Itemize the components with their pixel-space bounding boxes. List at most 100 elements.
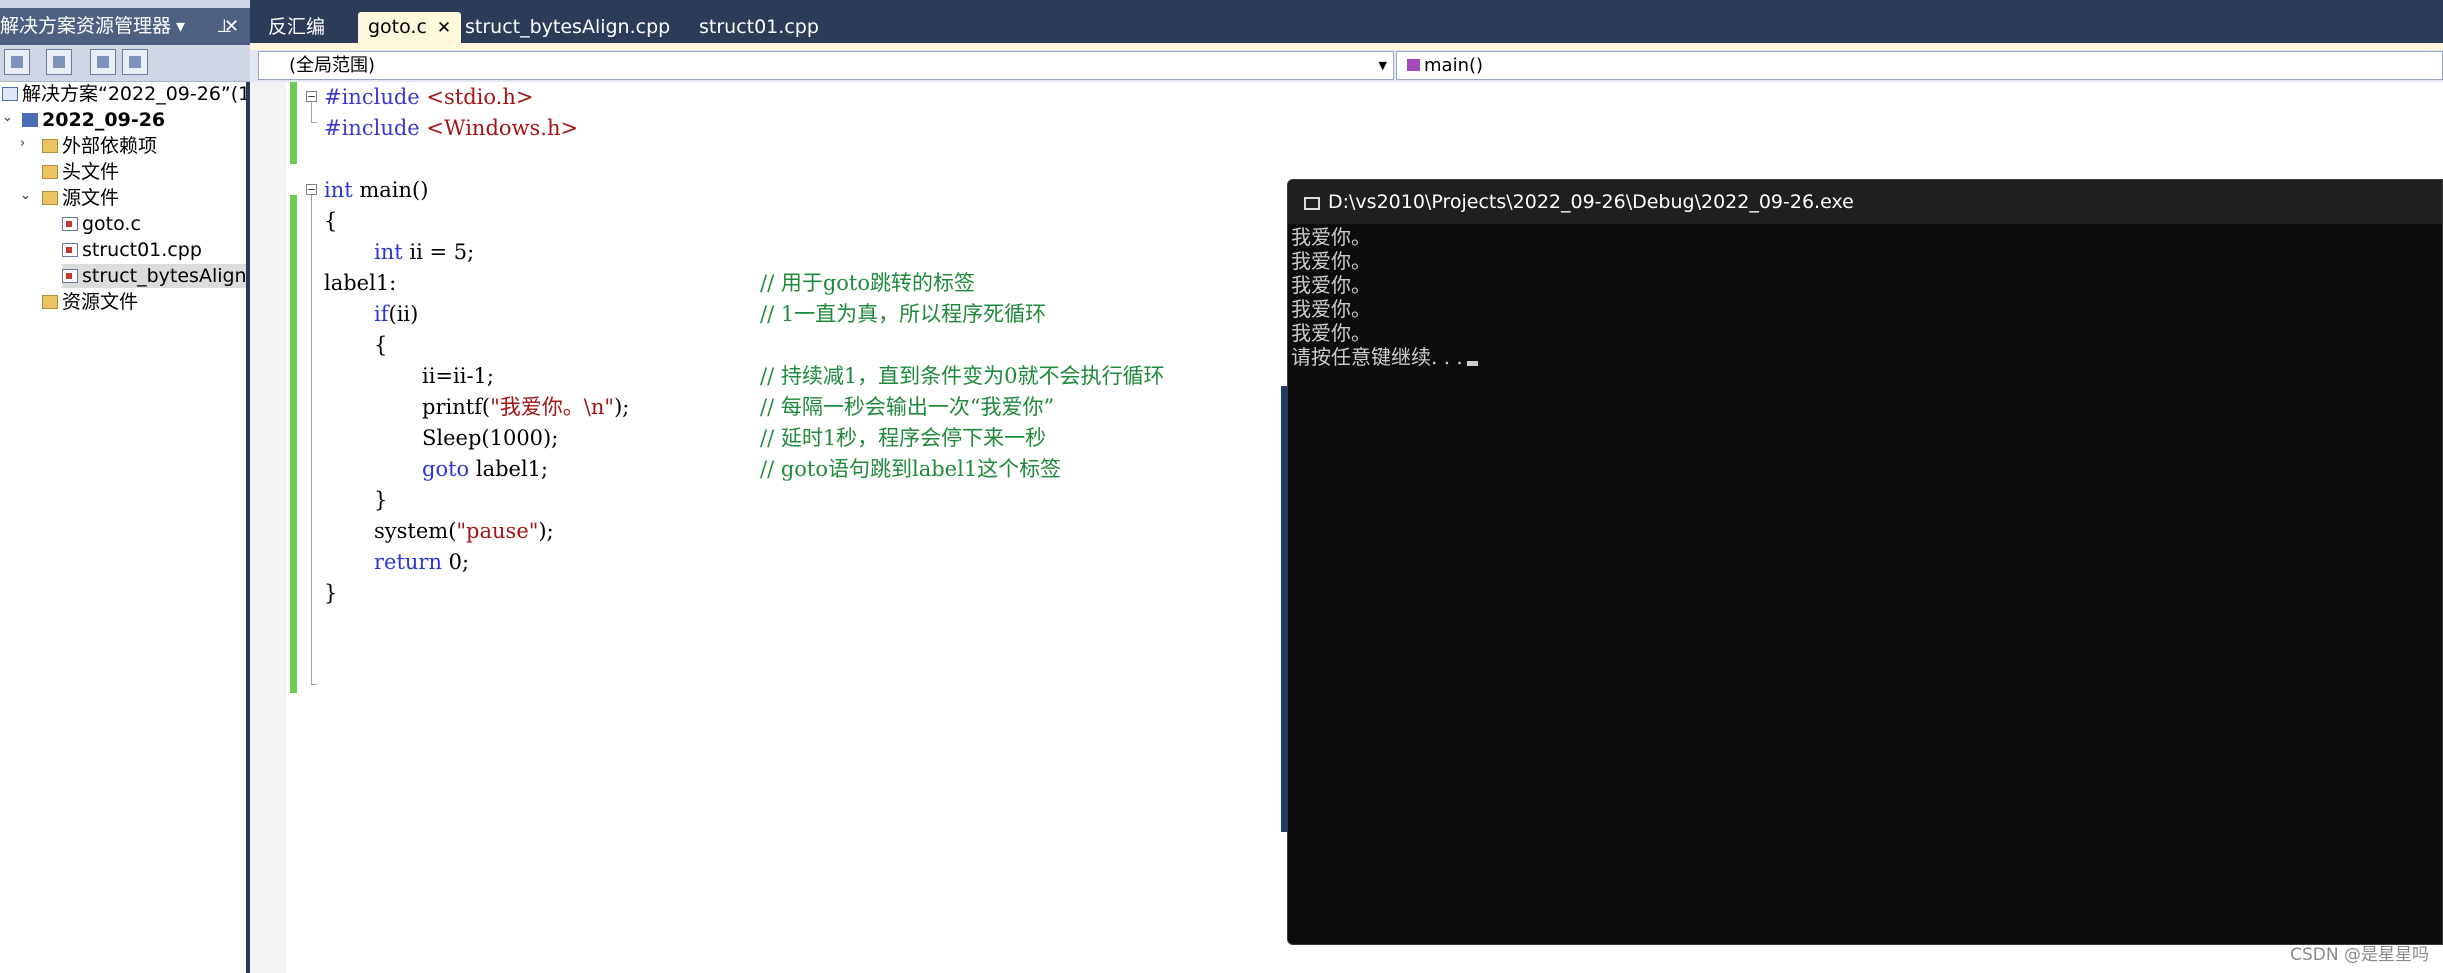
tab-struct-bytesalign[interactable]: struct_bytesAlign.cpp (455, 12, 680, 43)
tree-solution-node[interactable]: 解决方案“2022_09-26”(1 个 (2, 82, 246, 106)
tree-sources-node[interactable]: 源文件 (42, 186, 119, 210)
code-line: #include <stdio.h> (324, 85, 534, 109)
console-app-icon (1304, 197, 1320, 210)
code-comment: // 1一直为真，所以程序死循环 (760, 302, 1047, 326)
tree-file-label: struct_bytesAlign.c (82, 265, 246, 287)
cpp-file-icon (62, 243, 78, 257)
folder-icon (42, 295, 58, 309)
tab-label: goto.c (368, 16, 427, 38)
console-window[interactable]: D:\vs2010\Projects\2022_09-26\Debug\2022… (1287, 179, 2443, 945)
expand-arrow-icon[interactable]: › (20, 136, 25, 151)
code-comment: // 用于goto跳转的标签 (760, 271, 975, 295)
console-output-line: 我爱你。 (1291, 321, 1371, 345)
properties-icon[interactable] (4, 49, 30, 75)
dropdown-icon[interactable]: ▾ (176, 8, 185, 45)
active-tab-strip (250, 43, 2443, 50)
solution-explorer-title: 解决方案资源管理器 (0, 15, 172, 37)
tree-project-label: 2022_09-26 (42, 109, 166, 131)
collapse-arrow-icon[interactable]: ⌄ (2, 110, 13, 125)
member-dropdown[interactable]: main() (1396, 51, 2443, 80)
tab-struct01[interactable]: struct01.cpp (689, 12, 829, 43)
tab-goto-c[interactable]: goto.c ✕ (358, 12, 462, 43)
code-line: { (324, 209, 338, 233)
folder-open-icon (42, 191, 58, 205)
fold-toggle-icon[interactable]: − (306, 91, 317, 102)
code-comment: // goto语句跳到label1这个标签 (760, 457, 1062, 481)
code-comment: // 持续减1，直到条件变为0就不会执行循环 (760, 364, 1165, 388)
chevron-down-icon: ▼ (1378, 59, 1387, 72)
console-output-line: 我爱你。 (1291, 273, 1371, 297)
text-cursor (1466, 361, 1478, 366)
tree-file-struct-bytesalign[interactable]: struct_bytesAlign.c (62, 264, 246, 288)
tree-headers-node[interactable]: 头文件 (42, 160, 119, 184)
console-output-line: 我爱你。 (1291, 297, 1371, 321)
tree-solution-label: 解决方案“2022_09-26”(1 个 (22, 83, 246, 105)
folder-icon (42, 165, 58, 179)
tree-file-label: goto.c (82, 213, 141, 235)
project-icon (22, 113, 38, 127)
console-title-bar[interactable]: D:\vs2010\Projects\2022_09-26\Debug\2022… (1288, 180, 2442, 224)
class-view-icon[interactable] (122, 49, 148, 75)
collapse-arrow-icon[interactable]: ⌄ (20, 188, 31, 203)
fold-guide (311, 684, 317, 685)
solution-icon (2, 87, 18, 101)
change-marker (290, 82, 297, 164)
method-icon (1407, 59, 1420, 71)
tree-headers-label: 头文件 (62, 161, 120, 183)
fold-guide (311, 102, 312, 122)
code-line: } (374, 488, 388, 512)
scope-dropdown[interactable]: (全局范围) ▼ (258, 51, 1394, 80)
code-line: goto label1; (422, 457, 549, 481)
console-prompt-line: 请按任意键继续. . . (1291, 345, 1478, 369)
watermark: CSDN @是星星吗 (2290, 945, 2429, 965)
code-line: return 0; (374, 550, 470, 574)
console-output-line: 我爱你。 (1291, 249, 1371, 273)
code-line: Sleep(1000); (422, 426, 559, 450)
fold-guide (311, 195, 312, 684)
document-tab-bar: 反汇编 goto.c ✕ struct_bytesAlign.cpp struct… (250, 0, 2443, 45)
tab-close-icon[interactable]: ✕ (437, 18, 451, 38)
code-line: ii=ii-1; (422, 364, 494, 388)
code-line: system("pause"); (374, 519, 554, 543)
folder-icon (42, 139, 58, 153)
code-line: int main() (324, 178, 429, 202)
fold-toggle-icon[interactable]: − (306, 184, 317, 195)
tree-file-struct01[interactable]: struct01.cpp (62, 238, 202, 262)
code-line: } (324, 581, 338, 605)
code-line: { (374, 333, 388, 357)
fold-guide (311, 122, 317, 123)
tree-file-goto[interactable]: goto.c (62, 212, 141, 236)
code-line: #include <Windows.h> (324, 116, 579, 140)
tree-resources-node[interactable]: 资源文件 (42, 290, 138, 314)
tree-external-deps-label: 外部依赖项 (62, 135, 158, 157)
tab-label: 反汇编 (268, 16, 326, 38)
tree-project-node[interactable]: 2022_09-26 (22, 108, 165, 132)
close-icon[interactable]: ✕ (224, 8, 239, 45)
code-line: int ii = 5; (374, 240, 475, 264)
tab-disassembly[interactable]: 反汇编 (258, 12, 335, 43)
code-line: label1: (324, 271, 397, 295)
tree-resources-label: 资源文件 (62, 291, 139, 313)
solution-explorer-title-bar: 解决方案资源管理器 ▾ ᅟ⊥ ✕ (0, 8, 250, 45)
solution-tree: 解决方案“2022_09-26”(1 个 ⌄ 2022_09-26 › 外部依赖… (0, 82, 246, 973)
navigation-bar: (全局范围) ▼ main() (250, 50, 2443, 83)
tree-file-label: struct01.cpp (82, 239, 202, 261)
console-prompt: 请按任意键继续. . . (1291, 345, 1463, 369)
c-file-icon (62, 217, 78, 231)
solution-explorer-panel: 解决方案资源管理器 ▾ ᅟ⊥ ✕ 解决方案“2022_09-26”(1 个 ⌄ … (0, 0, 250, 973)
code-comment: // 每隔一秒会输出一次“我爱你” (760, 395, 1055, 419)
console-output-line: 我爱你。 (1291, 225, 1371, 249)
c-file-icon (62, 269, 78, 283)
scope-value: (全局范围) (289, 55, 376, 76)
code-line: if(ii) (374, 302, 419, 326)
tree-sources-label: 源文件 (62, 187, 120, 209)
code-line: printf("我爱你。\n"); (422, 395, 630, 419)
solution-explorer-toolbar (0, 45, 250, 82)
console-title: D:\vs2010\Projects\2022_09-26\Debug\2022… (1328, 191, 1854, 213)
show-all-files-icon[interactable] (46, 49, 72, 75)
view-code-icon[interactable] (90, 49, 116, 75)
code-comment: // 延时1秒，程序会停下来一秒 (760, 426, 1047, 450)
tree-external-deps-node[interactable]: 外部依赖项 (42, 134, 157, 158)
tab-label: struct01.cpp (699, 16, 819, 38)
member-value: main() (1424, 55, 1484, 76)
